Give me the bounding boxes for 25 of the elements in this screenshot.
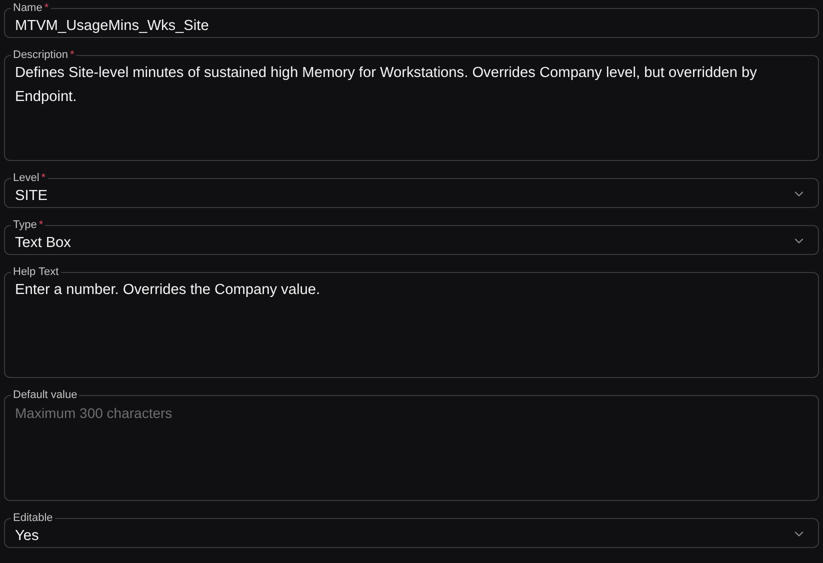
required-asterisk: *: [70, 49, 74, 61]
field-label: Name: [13, 2, 42, 14]
textarea-field[interactable]: Description * Defines Site-level minutes of sustained high Memory for Workstations. Overrides Company level, but overridden by Endpoint.: [4, 49, 819, 161]
select-field[interactable]: Editable Yes: [4, 512, 819, 548]
field-label: Editable: [13, 512, 53, 524]
placeholder-text: Maximum 300 characters: [15, 404, 172, 423]
required-asterisk: *: [38, 219, 44, 231]
field-value: SITE: [15, 187, 48, 206]
field-value: MTVM_UsageMins_Wks_Site: [15, 17, 210, 36]
field-value: Yes: [15, 527, 40, 546]
text-field[interactable]: Name * MTVM_UsageMins_Wks_Site: [4, 2, 819, 38]
field-label: Level: [13, 172, 40, 184]
textarea-field[interactable]: Default value Maximum 300 characters: [4, 389, 819, 501]
select-field[interactable]: Type * Text Box: [4, 219, 819, 255]
select-field[interactable]: Level * SITE: [4, 172, 819, 208]
field-value: Defines Site-level minutes of sustained high Memory for Workstations. Overrides Company level, but overridden by Endpoint.: [15, 64, 758, 107]
textarea-field[interactable]: Help Text Enter a number. Overrides the Company value.: [4, 266, 819, 378]
field-label: Description: [13, 49, 68, 61]
field-label: Type: [13, 219, 37, 231]
field-label: Default value: [13, 389, 78, 401]
field-label: Help Text: [13, 266, 59, 278]
required-asterisk: *: [41, 172, 46, 184]
required-asterisk: *: [44, 2, 49, 14]
field-value: Text Box: [15, 234, 72, 253]
field-value: Enter a number. Overrides the Company value.: [15, 281, 322, 300]
